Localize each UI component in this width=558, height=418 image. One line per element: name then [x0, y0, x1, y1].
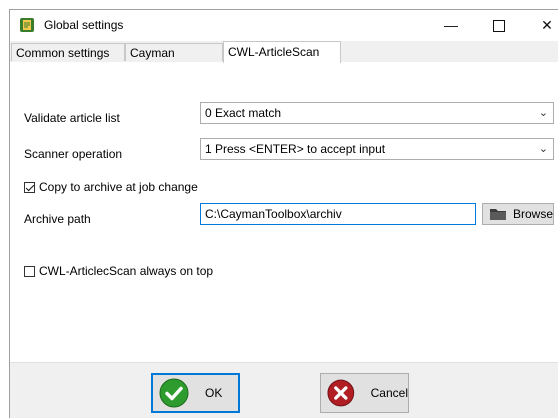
tab-strip: Common settings Cayman settings CWL-Arti… [10, 41, 558, 78]
global-settings-window: Global settings — ✕ Common settings Caym… [9, 9, 558, 418]
browse-label: Browse [512, 207, 553, 221]
tab-cayman-settings[interactable]: Cayman settings [125, 43, 223, 78]
always-on-top-label: CWL-ArticlecScan always on top [39, 264, 214, 278]
chevron-down-icon: ⌄ [538, 143, 548, 155]
maximize-button[interactable] [476, 10, 522, 41]
tab-cwl-articlescan[interactable]: CWL-ArticleScan [223, 41, 341, 63]
copy-to-archive-checkbox[interactable] [24, 181, 35, 193]
tab-common-settings[interactable]: Common settings [11, 43, 125, 61]
chevron-down-icon: ⌄ [538, 107, 548, 119]
app-icon [20, 18, 34, 32]
validate-article-list-value: 0 Exact match [205, 106, 282, 120]
ok-button[interactable]: OK [151, 373, 240, 413]
browse-button[interactable]: Browse [482, 203, 554, 225]
scanner-operation-label: Scanner operation [24, 147, 123, 161]
minimize-button[interactable]: — [428, 10, 474, 41]
maximize-icon [493, 20, 505, 33]
window-title: Global settings [44, 18, 124, 32]
validate-article-list-label: Validate article list [24, 111, 120, 125]
close-button[interactable]: ✕ [524, 10, 558, 41]
cancel-x-icon [327, 379, 355, 407]
folder-icon [489, 209, 506, 220]
cancel-label: Cancel [370, 386, 408, 400]
button-bar: OK Cancel [10, 363, 558, 418]
title-bar: Global settings — ✕ [10, 10, 558, 41]
settings-panel: Validate article list 0 Exact match ⌄ Sc… [10, 62, 558, 363]
archive-path-input[interactable]: C:\CaymanToolbox\archiv [200, 203, 476, 225]
validate-article-list-select[interactable]: 0 Exact match ⌄ [200, 102, 554, 124]
checkmark-icon [159, 378, 189, 408]
scanner-operation-value: 1 Press <ENTER> to accept input [205, 142, 386, 156]
cancel-button[interactable]: Cancel [320, 373, 409, 413]
ok-label: OK [205, 386, 223, 400]
scanner-operation-select[interactable]: 1 Press <ENTER> to accept input ⌄ [200, 138, 554, 160]
archive-path-label: Archive path [24, 212, 91, 226]
always-on-top-option[interactable]: CWL-ArticlecScan always on top [24, 264, 213, 278]
copy-to-archive-option[interactable]: Copy to archive at job change [24, 180, 198, 194]
copy-to-archive-label: Copy to archive at job change [39, 180, 198, 194]
always-on-top-checkbox[interactable] [24, 265, 35, 277]
